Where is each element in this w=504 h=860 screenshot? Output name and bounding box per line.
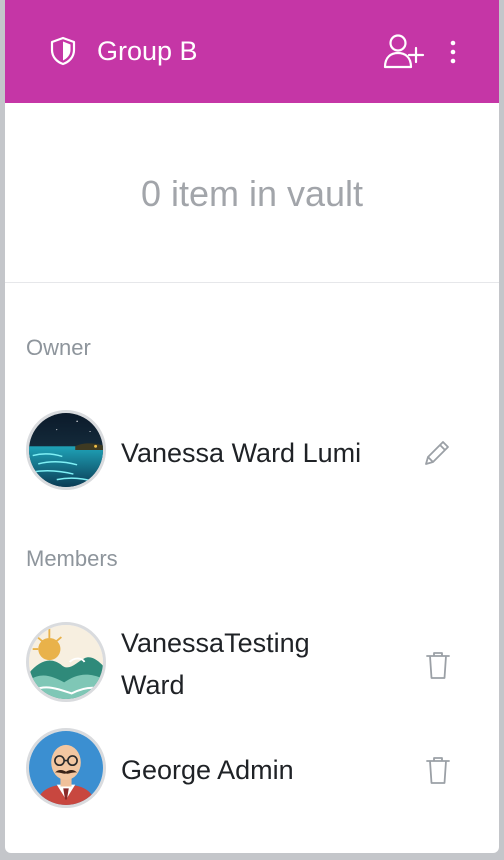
member-name-line2: Ward — [121, 670, 185, 700]
trash-icon[interactable] — [424, 649, 452, 681]
group-title: Group B — [97, 36, 198, 66]
owner-avatar — [26, 410, 106, 490]
member-name: George Admin — [121, 755, 294, 785]
group-panel: Group B 0 item in vault Owner Vanessa Wa… — [5, 0, 499, 853]
vault-item-count: 0 item in vault — [140, 173, 364, 214]
vault-summary: 0 item in vault — [5, 103, 499, 283]
member-avatar — [26, 622, 106, 702]
more-vertical-icon[interactable] — [441, 36, 465, 68]
shield-icon — [49, 36, 77, 66]
member-avatar — [26, 728, 106, 808]
member-name-line1: VanessaTesting — [121, 628, 310, 658]
members-section-label: Members — [26, 546, 118, 571]
pencil-icon[interactable] — [421, 437, 453, 469]
owner-section-label: Owner — [26, 335, 91, 360]
add-user-icon[interactable] — [383, 33, 425, 71]
trash-icon[interactable] — [424, 754, 452, 786]
group-header: Group B — [5, 0, 499, 103]
owner-name: Vanessa Ward Lumi — [121, 438, 362, 468]
